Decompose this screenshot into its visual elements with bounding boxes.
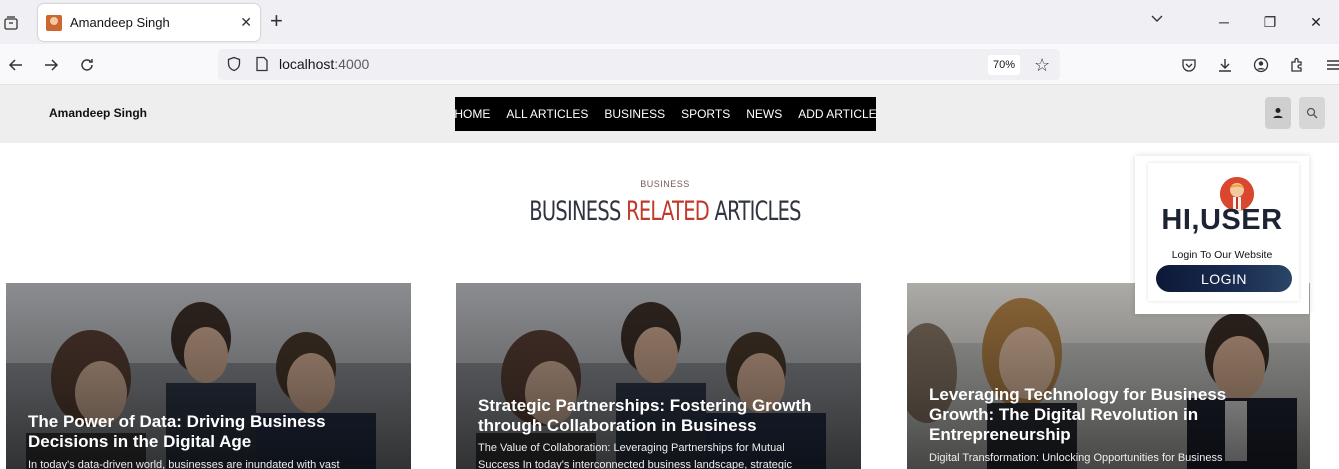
user-button[interactable] bbox=[1265, 97, 1291, 129]
main-nav: HOME ALL ARTICLES BUSINESS SPORTS NEWS A… bbox=[454, 97, 877, 131]
menu-icon[interactable] bbox=[1322, 54, 1339, 76]
url-text: localhost:4000 bbox=[279, 56, 370, 72]
article-title[interactable]: The Power of Data: Driving Business Deci… bbox=[28, 412, 395, 452]
account-icon[interactable] bbox=[1250, 54, 1272, 76]
user-icon bbox=[1273, 108, 1283, 118]
browser-navbar: localhost:4000 70% ☆ bbox=[0, 44, 1339, 85]
pocket-icon[interactable] bbox=[1178, 54, 1200, 76]
bookmark-star-icon[interactable]: ☆ bbox=[1034, 55, 1050, 76]
nav-all-articles[interactable]: ALL ARTICLES bbox=[498, 107, 596, 121]
nav-home[interactable]: HOME bbox=[446, 107, 498, 121]
article-excerpt: Digital Transformation: Unlocking Opport… bbox=[929, 452, 1223, 464]
search-icon bbox=[1306, 107, 1318, 119]
nav-business[interactable]: BUSINESS bbox=[596, 107, 673, 121]
section-title-part2: ARTICLES bbox=[714, 196, 801, 227]
article-excerpt: In today's data-driven world, businesses… bbox=[28, 459, 340, 469]
section-kicker: BUSINESS bbox=[640, 179, 690, 189]
chevron-down-icon[interactable] bbox=[1150, 12, 1164, 29]
forward-icon[interactable] bbox=[40, 54, 62, 76]
restore-icon[interactable]: ❐ bbox=[1247, 0, 1293, 44]
url-bar[interactable]: localhost:4000 70% ☆ bbox=[218, 49, 1060, 80]
new-tab-icon[interactable]: + bbox=[270, 10, 283, 32]
nav-add-article[interactable]: ADD ARTICLE bbox=[790, 107, 884, 121]
zoom-level[interactable]: 70% bbox=[988, 55, 1021, 75]
shield-icon[interactable] bbox=[226, 56, 242, 77]
site-brand[interactable]: Amandeep Singh bbox=[49, 106, 147, 120]
nav-news[interactable]: NEWS bbox=[738, 107, 790, 121]
extensions-icon[interactable] bbox=[1286, 54, 1308, 76]
greeting: HI,USER bbox=[1161, 204, 1283, 236]
article-excerpt: The Value of Collaboration: Leveraging P… bbox=[478, 442, 792, 469]
page-icon[interactable] bbox=[254, 56, 270, 77]
reload-icon[interactable] bbox=[76, 54, 98, 76]
section-title-accent: RELATED bbox=[626, 196, 710, 227]
download-icon[interactable] bbox=[1214, 54, 1236, 76]
section-title-part1: BUSINESS bbox=[529, 196, 621, 227]
article-card[interactable]: The Power of Data: Driving Business Deci… bbox=[6, 283, 411, 469]
article-title[interactable]: Strategic Partnerships: Fostering Growth… bbox=[478, 396, 845, 436]
article-card[interactable]: Strategic Partnerships: Fostering Growth… bbox=[456, 283, 861, 469]
favicon-icon bbox=[46, 14, 62, 31]
close-window-icon[interactable]: ✕ bbox=[1293, 0, 1339, 44]
section-title: BUSINESS RELATED ARTICLES bbox=[186, 196, 1144, 227]
browser-tab[interactable]: Amandeep Singh ✕ bbox=[38, 4, 260, 41]
nav-sports[interactable]: SPORTS bbox=[673, 107, 738, 121]
close-tab-icon[interactable]: ✕ bbox=[240, 14, 252, 31]
search-button[interactable] bbox=[1299, 97, 1325, 129]
site-header: Amandeep Singh HOME ALL ARTICLES BUSINES… bbox=[0, 85, 1339, 143]
tab-title: Amandeep Singh bbox=[70, 15, 170, 30]
browser-tabbar: Amandeep Singh ✕ + ─ ❐ ✕ bbox=[0, 0, 1339, 44]
tab-list-icon[interactable] bbox=[0, 12, 22, 34]
article-title[interactable]: Leveraging Technology for Business Growt… bbox=[929, 385, 1294, 445]
login-button[interactable]: LOGIN bbox=[1156, 265, 1292, 292]
popup-subtitle: Login To Our Website bbox=[1171, 249, 1273, 261]
minimize-icon[interactable]: ─ bbox=[1201, 0, 1247, 44]
back-icon[interactable] bbox=[5, 54, 27, 76]
